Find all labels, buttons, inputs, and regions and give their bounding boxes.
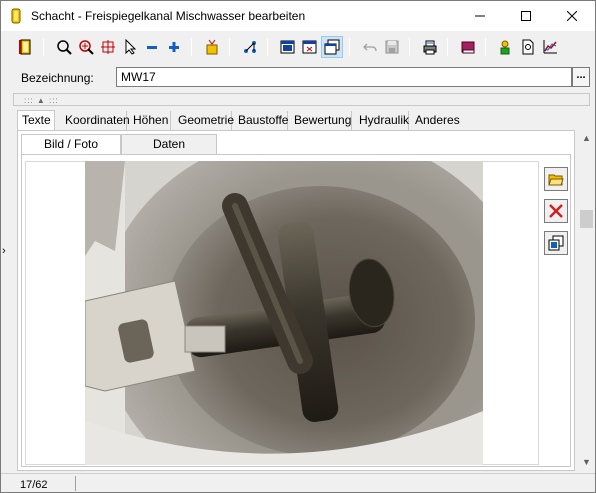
undo-button[interactable]: [359, 36, 381, 58]
document-button[interactable]: [517, 36, 539, 58]
zoom-area-button[interactable]: [75, 36, 97, 58]
open-folder-button[interactable]: [544, 167, 568, 191]
delete-icon: [549, 204, 563, 218]
book-icon: [461, 41, 475, 54]
window-2-icon: [302, 40, 317, 54]
zoom-button[interactable]: [53, 36, 75, 58]
wizard-button[interactable]: [201, 36, 223, 58]
tab-texte[interactable]: Texte: [17, 110, 55, 131]
bezeichnung-label: Bezeichnung:: [21, 71, 94, 85]
window-title: Schacht - Freispiegelkanal Mischwasser b…: [31, 9, 306, 23]
open-folder-icon: [548, 174, 564, 186]
more-button[interactable]: ...: [572, 67, 590, 87]
printer-icon: [423, 40, 437, 55]
network-button[interactable]: [239, 36, 261, 58]
user-icon: [500, 40, 510, 55]
scroll-up-icon[interactable]: ▲: [578, 130, 595, 147]
minimize-icon: [475, 15, 485, 17]
save-button[interactable]: [381, 36, 403, 58]
status-bar: 17/62: [1, 473, 595, 492]
scroll-thumb[interactable]: [580, 210, 593, 228]
app-icon: [11, 8, 21, 24]
tab-hydraulik[interactable]: Hydraulik: [355, 111, 409, 130]
close-icon: [567, 11, 577, 21]
bezeichnung-field[interactable]: MW17: [116, 67, 572, 87]
undo-icon: [363, 43, 377, 52]
wizard-icon: [206, 39, 218, 55]
vertical-scrollbar[interactable]: ▲ ▼: [578, 130, 595, 471]
main-window: Schacht - Freispiegelkanal Mischwasser b…: [0, 0, 596, 493]
zoom-in-button[interactable]: [163, 36, 185, 58]
crosshair-icon: [101, 40, 115, 54]
scroll-down-icon[interactable]: ▼: [578, 454, 595, 471]
toolbar: [9, 34, 587, 60]
grip-icon: ::: ▲ :::: [24, 96, 59, 105]
maximize-icon: [521, 11, 531, 21]
user-button[interactable]: [495, 36, 517, 58]
zoom-area-icon: [79, 40, 94, 55]
window-1-button[interactable]: [277, 36, 299, 58]
chart-icon: [543, 40, 557, 54]
tab-baustoffe[interactable]: Baustoffe: [234, 111, 288, 130]
tab-anderes[interactable]: Anderes: [411, 111, 460, 130]
window-3-button[interactable]: [321, 36, 343, 58]
book-button[interactable]: [457, 36, 479, 58]
crosshair-button[interactable]: [97, 36, 119, 58]
tab-bewertung[interactable]: Bewertung: [290, 111, 352, 130]
window-3-icon: [324, 39, 340, 55]
pointer-button[interactable]: [119, 36, 141, 58]
zoom-out-button[interactable]: [141, 36, 163, 58]
tab-geometrie[interactable]: Geometrie: [174, 111, 234, 130]
close-button[interactable]: [549, 1, 595, 31]
manhole-photo: [85, 161, 483, 465]
minus-icon: [147, 46, 157, 49]
minimize-button[interactable]: [457, 1, 503, 31]
delete-button[interactable]: [544, 199, 568, 223]
pointer-icon: [125, 39, 137, 55]
image-edit-button[interactable]: [544, 231, 568, 255]
chart-button[interactable]: [539, 36, 561, 58]
window-1-icon: [280, 40, 295, 54]
image-edit-icon: [548, 235, 564, 251]
subtab-bild-foto[interactable]: Bild / Foto: [21, 134, 121, 155]
title-bar: Schacht - Freispiegelkanal Mischwasser b…: [1, 1, 595, 31]
maximize-button[interactable]: [503, 1, 549, 31]
plus-icon: [169, 42, 179, 52]
zoom-icon: [57, 40, 72, 55]
document-icon: [522, 39, 534, 55]
save-icon: [385, 40, 399, 54]
expand-left-icon[interactable]: ›: [2, 245, 6, 257]
exit-button[interactable]: [15, 36, 37, 58]
window-2-button[interactable]: [299, 36, 321, 58]
tab-hoehen[interactable]: Höhen: [129, 111, 171, 130]
subtab-daten[interactable]: Daten: [121, 134, 217, 155]
exit-icon: [19, 39, 31, 55]
tab-koordinaten[interactable]: Koordinaten: [61, 111, 130, 130]
print-button[interactable]: [419, 36, 441, 58]
record-counter: 17/62: [20, 479, 48, 491]
splitter-bar[interactable]: ::: ▲ :::: [13, 93, 590, 106]
network-icon: [244, 41, 256, 53]
